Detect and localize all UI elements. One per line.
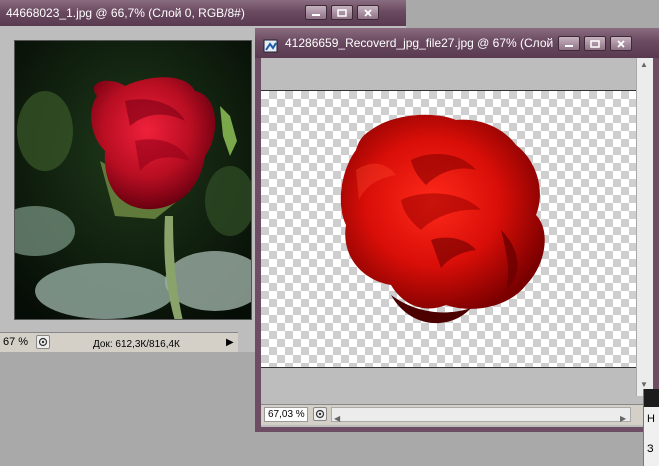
vertical-scrollbar[interactable]: ▲ ▼ <box>636 58 653 396</box>
scroll-down-icon[interactable]: ▼ <box>640 380 648 389</box>
window-1-title: 44668023_1.jpg @ 66,7% (Слой 0, RGB/8#) <box>6 6 245 20</box>
photoshop-doc-icon <box>263 35 279 53</box>
document-window-2: 41286659_Recoverd_jpg_file27.jpg @ 67% (… <box>255 28 659 432</box>
window-1-titlebar[interactable]: 44668023_1.jpg @ 66,7% (Слой 0, RGB/8#) <box>0 0 406 26</box>
close-button[interactable] <box>610 36 632 51</box>
rose-photo-image <box>15 41 251 319</box>
minimize-button[interactable] <box>305 5 327 20</box>
window-2-title: 41286659_Recoverd_jpg_file27.jpg @ 67% (… <box>285 36 554 50</box>
partial-dialog-window: Н З <box>643 389 659 466</box>
minimize-button[interactable] <box>558 36 580 51</box>
status-menu-button[interactable] <box>36 335 50 349</box>
minimize-icon <box>565 44 573 47</box>
cutout-rose-image[interactable] <box>261 90 636 368</box>
horizontal-scrollbar[interactable]: ◀ ▶ <box>331 407 631 423</box>
scroll-up-icon[interactable]: ▲ <box>640 60 648 69</box>
maximize-icon <box>337 8 347 17</box>
workspace-background <box>0 352 255 466</box>
window-2-titlebar[interactable]: 41286659_Recoverd_jpg_file27.jpg @ 67% (… <box>255 28 659 58</box>
status-arrow-icon[interactable]: ▶ <box>226 333 234 352</box>
rose-photo[interactable] <box>14 40 252 320</box>
maximize-button[interactable] <box>331 5 353 20</box>
partial-dialog-letter-1: Н <box>647 413 655 425</box>
maximize-button[interactable] <box>584 36 606 51</box>
close-button[interactable] <box>357 5 379 20</box>
status-menu-icon <box>315 409 325 419</box>
minimize-icon <box>312 13 320 16</box>
scroll-left-icon[interactable]: ◀ <box>334 409 340 428</box>
maximize-icon <box>590 39 600 48</box>
zoom-level-field[interactable]: 67 % <box>3 333 28 352</box>
scroll-right-icon[interactable]: ▶ <box>620 409 626 428</box>
status-menu-button[interactable] <box>313 407 327 421</box>
close-icon <box>617 39 625 48</box>
window-1-status-bar: 67 % Док: 612,3К/816,4К ▶ <box>0 332 238 353</box>
status-menu-icon <box>38 337 48 347</box>
partial-dialog-letter-2: З <box>647 443 654 455</box>
zoom-level-field[interactable]: 67,03 % <box>264 407 308 422</box>
window-2-status-bar: 67,03 % ◀ ▶ <box>261 404 653 425</box>
close-icon <box>364 8 372 17</box>
partial-dialog-titlebar[interactable] <box>644 389 659 407</box>
window-2-canvas-area <box>261 58 653 427</box>
